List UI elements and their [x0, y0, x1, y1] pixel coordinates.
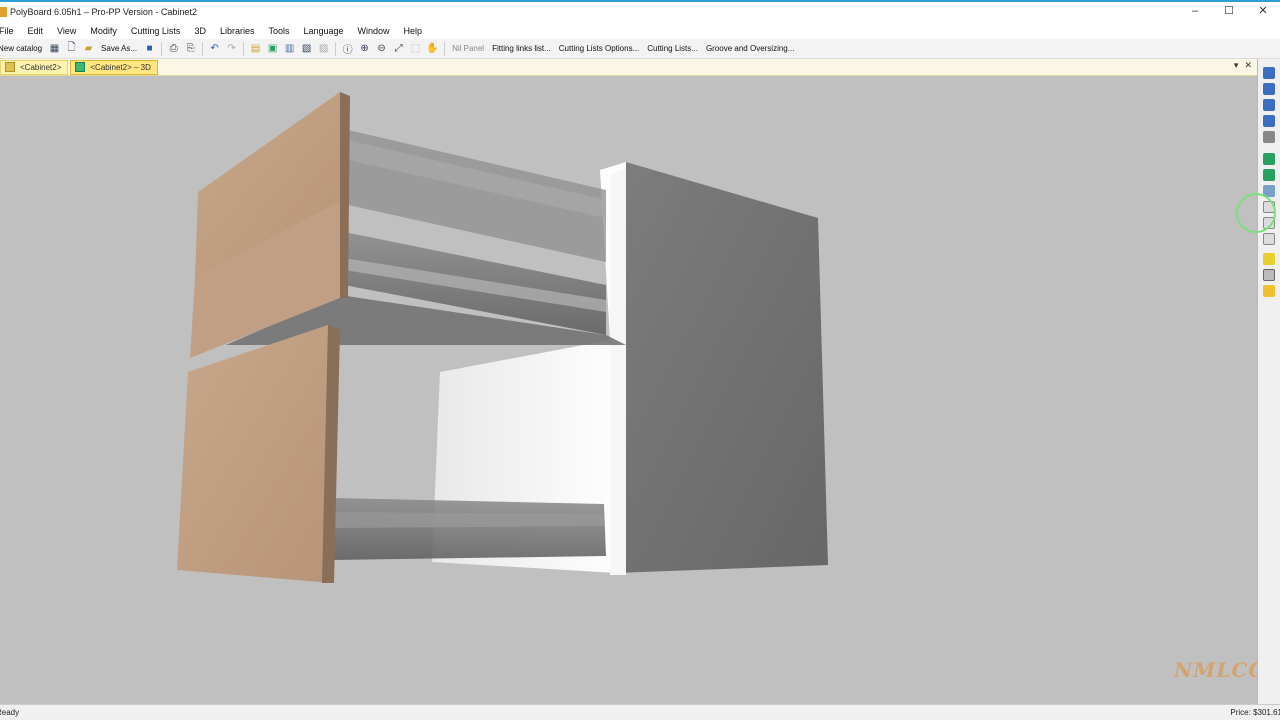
nil-panel-button[interactable]: Nil Panel: [448, 44, 488, 53]
pan-hand-icon[interactable]: ✋: [426, 42, 440, 56]
cutting-lists-button[interactable]: Cutting Lists...: [643, 44, 702, 53]
menu-view[interactable]: View: [50, 26, 83, 36]
camera-icon[interactable]: [1263, 269, 1275, 281]
menu-bar: File Edit View Modify Cutting Lists 3D L…: [0, 22, 1280, 39]
title-bar: PolyBoard 6.05h1 – Pro-PP Version - Cabi…: [0, 0, 1280, 22]
lower-drawer: [334, 498, 606, 560]
document-tabs: <Cabinet2> <Cabinet2> – 3D ▾ ✕: [0, 59, 1258, 76]
mouse-cursor-highlight: [1236, 193, 1276, 233]
menu-language[interactable]: Language: [296, 26, 350, 36]
tab-label: <Cabinet2>: [20, 62, 62, 72]
3d-viewport[interactable]: [0, 76, 1257, 704]
cabinet-side-panel: [616, 162, 828, 573]
view-3d-icon[interactable]: ▣: [266, 42, 280, 56]
cabinet-icon[interactable]: ▧: [300, 42, 314, 56]
window-title: PolyBoard 6.05h1 – Pro-PP Version - Cabi…: [10, 7, 197, 17]
redo-icon[interactable]: ↷: [225, 42, 239, 56]
tab-close-button[interactable]: ✕: [1244, 60, 1252, 71]
rotate-left-icon[interactable]: [1263, 99, 1275, 111]
open-folder-icon[interactable]: ▰: [82, 42, 96, 56]
menu-edit[interactable]: Edit: [21, 26, 51, 36]
zoom-window-icon[interactable]: ⬚: [409, 42, 423, 56]
shaded-view-icon[interactable]: [1263, 169, 1275, 181]
app-icon: [0, 7, 7, 17]
solid-view-icon[interactable]: [1263, 153, 1275, 165]
window-icon[interactable]: ▥: [283, 42, 297, 56]
print-icon[interactable]: ⎙: [167, 42, 181, 56]
toolbar-separator: [202, 41, 204, 56]
catalog-icon[interactable]: ▦: [48, 42, 62, 56]
menu-libraries[interactable]: Libraries: [213, 26, 262, 36]
lower-wood-front: [177, 325, 332, 583]
menu-help[interactable]: Help: [397, 26, 430, 36]
fitting-links-button[interactable]: Fitting links list...: [488, 44, 555, 53]
menu-cutting-lists[interactable]: Cutting Lists: [124, 26, 188, 36]
rotate-view-icon[interactable]: [1263, 67, 1275, 79]
material-icon[interactable]: [1263, 285, 1275, 297]
export-icon[interactable]: ▤: [249, 42, 263, 56]
price-readout: Price: $301.61: [1230, 708, 1280, 717]
tab-cabinet2-3d[interactable]: <Cabinet2> – 3D: [70, 59, 158, 75]
status-bar: Ready Price: $301.61: [0, 704, 1280, 720]
box-view-icon[interactable]: [1263, 233, 1275, 245]
close-button[interactable]: ✕: [1246, 2, 1280, 22]
auto-rotate-icon[interactable]: [1263, 131, 1275, 143]
orbit-icon[interactable]: [1263, 83, 1275, 95]
minimize-button[interactable]: –: [1178, 2, 1212, 22]
cabinet-front-edge: [610, 168, 626, 575]
toolbar-separator: [335, 41, 337, 56]
tab-label: <Cabinet2> – 3D: [90, 62, 151, 72]
light-bulb-icon[interactable]: [1263, 253, 1275, 265]
toolbar-separator: [243, 41, 245, 56]
new-file-icon[interactable]: 🗋: [65, 42, 79, 56]
cabinet-3d-render: [177, 92, 828, 583]
menu-file[interactable]: File: [0, 26, 21, 36]
menu-window[interactable]: Window: [351, 26, 397, 36]
toolbar-separator: [161, 41, 163, 56]
watermark: NMLCC: [1174, 658, 1266, 682]
maximize-button[interactable]: ☐: [1212, 2, 1246, 22]
view-3d-icon: [75, 62, 86, 72]
menu-3d[interactable]: 3D: [187, 26, 213, 36]
right-toolbar: [1257, 59, 1280, 704]
print-preview-icon[interactable]: ⎘: [184, 42, 198, 56]
menu-tools[interactable]: Tools: [261, 26, 296, 36]
window-controls: – ☐ ✕: [1178, 2, 1280, 22]
undo-icon[interactable]: ↶: [208, 42, 222, 56]
menu-modify[interactable]: Modify: [83, 26, 124, 36]
tab-list-dropdown[interactable]: ▾: [1234, 60, 1239, 71]
tab-controls: ▾ ✕: [1234, 60, 1252, 71]
cutting-lists-options-button[interactable]: Cutting Lists Options...: [555, 44, 643, 53]
tab-cabinet2[interactable]: <Cabinet2>: [0, 59, 69, 75]
cabinet-icon: [5, 62, 15, 72]
toolbar-separator: [444, 41, 446, 56]
groove-oversizing-button[interactable]: Groove and Oversizing...: [702, 44, 798, 53]
save-as-button[interactable]: Save As...: [97, 44, 141, 53]
zoom-extents-icon[interactable]: ⤢: [392, 42, 406, 56]
rotate-right-icon[interactable]: [1263, 115, 1275, 127]
zoom-out-icon[interactable]: ⊖: [375, 42, 389, 56]
grid-icon[interactable]: ▨: [317, 42, 331, 56]
info-icon[interactable]: ⓘ: [341, 42, 355, 56]
lower-drawer-rim: [334, 512, 604, 528]
save-icon[interactable]: ■: [143, 42, 157, 56]
zoom-in-icon[interactable]: ⊕: [358, 42, 372, 56]
main-toolbar: New catalog ▦ 🗋 ▰ Save As... ■ ⎙ ⎘ ↶ ↷ ▤…: [0, 39, 1280, 59]
status-text: Ready: [0, 708, 20, 717]
new-catalog-button[interactable]: New catalog: [0, 44, 46, 53]
